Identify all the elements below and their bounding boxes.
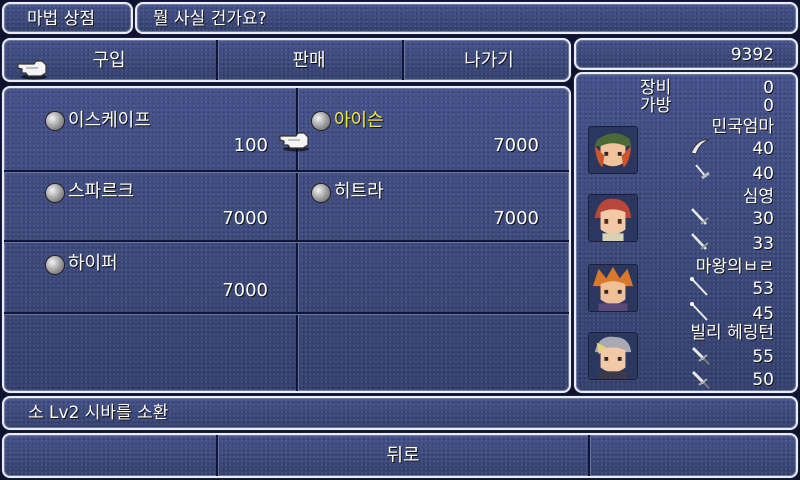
bottom-bar: 뒤로	[2, 433, 798, 478]
spell-list: 이스케이프 100 아이슨 7000 스파르크 7000 히트라 7000 하이…	[2, 86, 571, 393]
member-name: 심영	[742, 187, 774, 207]
member-stat2: 40	[752, 164, 774, 184]
spell-price: 100	[233, 135, 268, 156]
menu-buy[interactable]: 구입	[59, 50, 159, 72]
spell-item-hyper[interactable]: 하이퍼 7000	[4, 242, 296, 312]
member-name: 마왕의ㅂㄹ	[695, 257, 774, 277]
member-stat1: 30	[752, 209, 774, 229]
member-name: 빌리 헤링턴	[690, 323, 774, 343]
bag-value: 0	[763, 96, 774, 116]
party-member[interactable]: 빌리 헤링턴 55 50	[576, 323, 796, 392]
boomerang-icon	[690, 139, 710, 155]
back-button[interactable]: 뒤로	[218, 445, 588, 467]
menu-divider	[402, 40, 404, 80]
avatar	[588, 264, 638, 312]
bar-divider	[588, 435, 590, 476]
magic-orb-icon	[312, 184, 330, 202]
rod-icon	[690, 277, 708, 296]
spell-price: 7000	[493, 135, 539, 156]
knife-icon	[691, 346, 710, 365]
shop-title: 마법 상점	[27, 9, 95, 29]
member-name: 민국엄마	[711, 117, 774, 137]
menu-exit[interactable]: 나가기	[439, 50, 539, 72]
description-panel: 소 Lv2 시바를 소환	[2, 396, 798, 430]
magic-orb-icon	[46, 184, 64, 202]
prompt-panel: 뭘 사실 건가요?	[135, 2, 798, 34]
member-stat1: 55	[752, 347, 774, 367]
spell-name: 스파르크	[68, 181, 135, 202]
grid-divider	[4, 312, 569, 314]
rod-icon	[690, 302, 708, 321]
spell-name: 하이퍼	[68, 253, 118, 274]
spell-item-hitra[interactable]: 히트라 7000	[298, 172, 569, 240]
sword-icon	[691, 233, 709, 250]
member-stat1: 53	[752, 279, 774, 299]
dagger-icon	[695, 164, 710, 180]
spell-name: 아이슨	[334, 110, 384, 131]
party-member[interactable]: 심영 30 33	[576, 186, 796, 256]
spell-item-aeroga[interactable]: 아이슨 7000	[279, 88, 569, 170]
gil-panel: 9392	[574, 38, 798, 70]
bag-label: 가방	[640, 96, 672, 116]
spell-description: 소 Lv2 시바를 소환	[28, 403, 169, 423]
avatar	[588, 126, 638, 174]
spell-price: 7000	[493, 208, 539, 229]
spell-name: 히트라	[334, 181, 384, 202]
member-stat2: 50	[752, 370, 774, 390]
gil-amount: 9392	[730, 45, 774, 65]
avatar	[588, 332, 638, 380]
magic-orb-icon	[46, 112, 64, 130]
knife-icon	[691, 370, 710, 389]
spell-item-sparks[interactable]: 스파르크 7000	[4, 172, 296, 240]
member-stat1: 40	[752, 139, 774, 159]
party-status-panel: 장비 0 가방 0 민국엄마 40 40 심영 30 33 마왕의ㅂㄹ 53 4…	[574, 72, 798, 393]
sword-icon	[691, 208, 709, 225]
magic-orb-icon	[46, 256, 64, 274]
prompt-text: 뭘 사실 건가요?	[153, 9, 267, 29]
menu-sell[interactable]: 판매	[259, 50, 359, 72]
party-member[interactable]: 마왕의ㅂㄹ 53 45	[576, 256, 796, 326]
magic-orb-icon	[312, 112, 330, 130]
spell-price: 7000	[222, 208, 268, 229]
shop-menu-bar: 구입 판매 나가기	[2, 38, 571, 82]
spell-item-escape[interactable]: 이스케이프 100	[4, 88, 296, 170]
menu-divider	[216, 40, 218, 80]
shop-title-panel: 마법 상점	[2, 2, 133, 34]
member-stat2: 33	[752, 234, 774, 254]
pointer-hand-icon	[279, 132, 309, 152]
spell-name: 이스케이프	[68, 110, 151, 131]
pointer-hand-icon	[17, 60, 47, 80]
avatar	[588, 194, 638, 242]
spell-price: 7000	[222, 280, 268, 301]
party-member[interactable]: 민국엄마 40 40	[576, 116, 796, 186]
